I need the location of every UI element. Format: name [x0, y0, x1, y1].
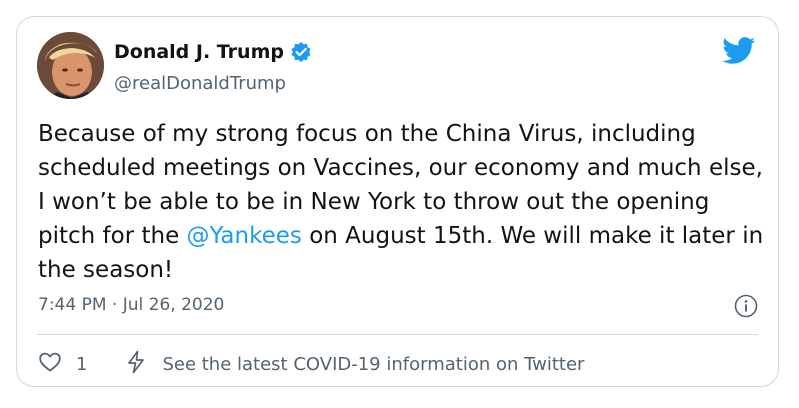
action-bar: 1 See the latest COVID-19 information on… — [38, 350, 584, 379]
author-handle[interactable]: @realDonaldTrump — [114, 73, 286, 94]
author-name-row[interactable]: Donald J. Trump — [114, 41, 312, 63]
lightning-bolt-icon — [125, 350, 147, 379]
tweet-card[interactable]: Donald J. Trump @realDonaldTrump Because… — [16, 16, 779, 387]
heart-icon — [38, 350, 62, 379]
covid-info-text[interactable]: See the latest COVID-19 information on T… — [162, 354, 584, 375]
avatar-image — [37, 32, 104, 99]
info-icon[interactable] — [734, 294, 758, 318]
covid-info-link[interactable]: See the latest COVID-19 information on T… — [125, 350, 584, 379]
author-display-name[interactable]: Donald J. Trump — [114, 41, 284, 63]
avatar[interactable] — [37, 32, 104, 99]
divider — [37, 334, 758, 335]
tweet-text: Because of my strong focus on the China … — [38, 117, 773, 287]
verified-badge-icon — [290, 41, 312, 63]
like-button[interactable]: 1 — [38, 350, 87, 379]
like-count: 1 — [76, 354, 88, 375]
twitter-bird-icon[interactable] — [722, 37, 756, 65]
tweet-timestamp[interactable]: 7:44 PM · Jul 26, 2020 — [38, 295, 224, 315]
mention-link[interactable]: @Yankees — [187, 223, 302, 249]
